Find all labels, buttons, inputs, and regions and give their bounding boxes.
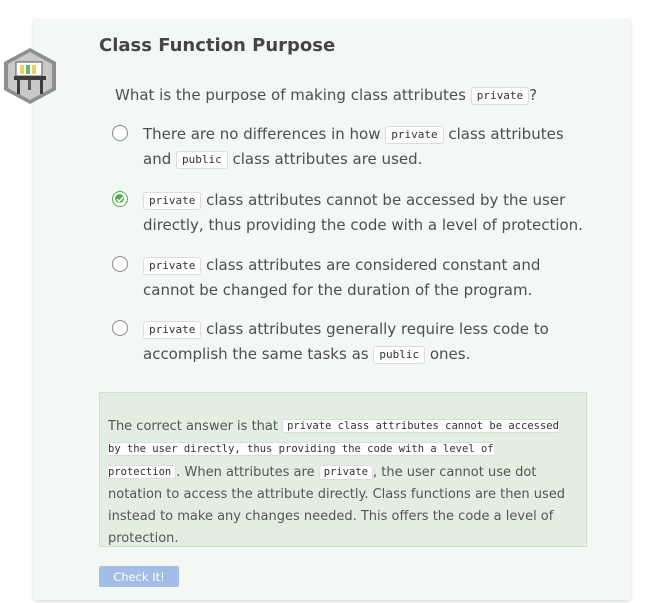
answer-option-label: private class attributes generally requi… [143,320,549,364]
check-it-button[interactable]: Check It! [99,566,179,587]
checkmark-icon [116,196,124,203]
answer-option-label: private class attributes are considered … [143,256,541,299]
answer-option-label: There are no differences in how private … [143,125,564,169]
question-suffix: ? [529,86,538,104]
page-title: Class Function Purpose [99,35,336,56]
radio-button[interactable] [112,256,128,272]
classroom-badge-icon [4,48,56,104]
radio-button[interactable] [112,320,128,336]
question-prefix: What is the purpose of making class attr… [115,86,471,104]
explanation-box: The correct answer is that private class… [99,392,587,547]
question-text: What is the purpose of making class attr… [115,86,537,105]
answer-option-label: private class attributes cannot be acces… [143,191,583,234]
question-code: private [470,87,530,105]
explanation-code: private [318,465,373,480]
radio-button[interactable] [112,125,128,141]
